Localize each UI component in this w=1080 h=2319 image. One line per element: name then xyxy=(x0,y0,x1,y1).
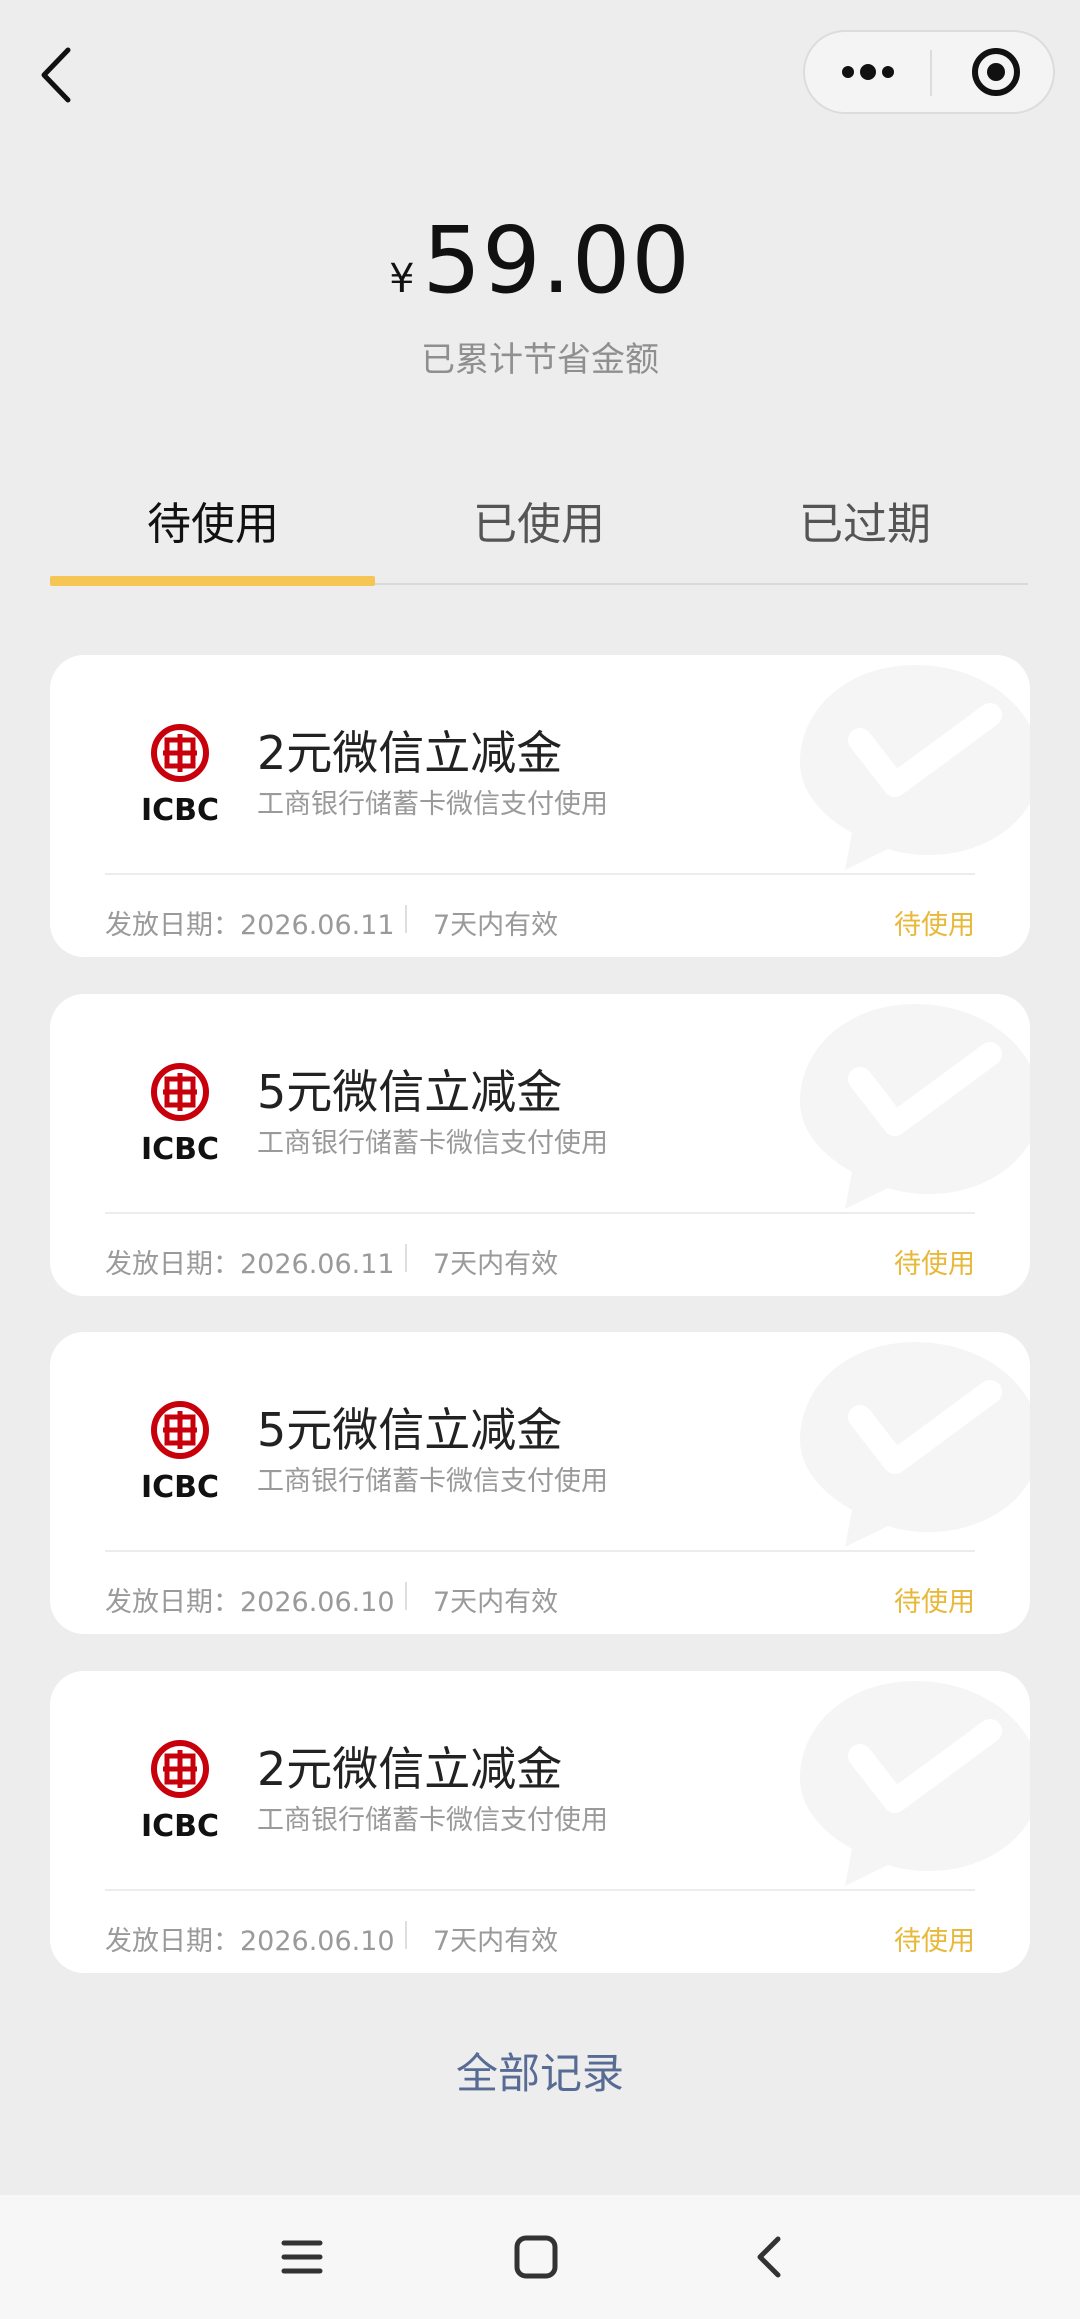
coupon-card[interactable]: ICBC 2元微信立减金 工商银行储蓄卡微信支付使用 发放日期：2026.06.… xyxy=(50,655,1030,957)
meta-separator xyxy=(405,1244,407,1272)
recent-apps-button[interactable] xyxy=(262,2217,342,2297)
validity-period: 7天内有效 xyxy=(433,910,559,941)
back-button[interactable] xyxy=(30,40,90,110)
svg-text:ICBC: ICBC xyxy=(141,1132,219,1167)
active-tab-indicator xyxy=(50,576,375,586)
icbc-logo-icon: ICBC xyxy=(141,724,219,828)
card-divider xyxy=(105,873,975,875)
chevron-left-icon xyxy=(41,47,71,103)
tab-expired[interactable]: 已过期 xyxy=(702,485,1028,565)
validity-period: 7天内有效 xyxy=(433,1587,559,1618)
system-nav-bar xyxy=(0,2195,1080,2319)
menu-lines-icon xyxy=(281,2240,323,2274)
meta-separator xyxy=(405,1582,407,1610)
issue-date: 发放日期：2026.06.10 xyxy=(105,1926,395,1957)
wechat-pay-watermark-icon xyxy=(800,1342,1030,1547)
target-circle-icon xyxy=(972,48,1020,96)
icbc-logo-icon: ICBC xyxy=(141,1740,219,1844)
meta-separator xyxy=(405,1921,407,1949)
svg-text:ICBC: ICBC xyxy=(141,1809,219,1844)
more-button[interactable] xyxy=(805,32,930,112)
coupon-title: 2元微信立减金 xyxy=(257,1742,563,1796)
card-divider xyxy=(105,1212,975,1214)
more-dots-icon xyxy=(842,64,894,80)
coupon-status: 待使用 xyxy=(894,910,975,941)
tab-unused[interactable]: 待使用 xyxy=(50,485,376,565)
coupon-title: 5元微信立减金 xyxy=(257,1065,563,1119)
svg-text:ICBC: ICBC xyxy=(141,793,219,828)
tab-used[interactable]: 已使用 xyxy=(376,485,702,565)
svg-text:ICBC: ICBC xyxy=(141,1470,219,1505)
issue-date: 发放日期：2026.06.10 xyxy=(105,1587,395,1618)
meta-separator xyxy=(405,905,407,933)
coupon-tabs: 待使用 已使用 已过期 xyxy=(50,485,1028,586)
card-divider xyxy=(105,1889,975,1891)
coupon-subtitle: 工商银行储蓄卡微信支付使用 xyxy=(257,789,608,820)
coupon-title: 5元微信立减金 xyxy=(257,1403,563,1457)
savings-amount: 59.00 xyxy=(422,207,691,314)
icbc-logo-icon: ICBC xyxy=(141,1401,219,1505)
coupon-title: 2元微信立减金 xyxy=(257,726,563,780)
issue-date: 发放日期：2026.06.11 xyxy=(105,910,395,941)
coupon-subtitle: 工商银行储蓄卡微信支付使用 xyxy=(257,1805,608,1836)
card-divider xyxy=(105,1550,975,1552)
coupon-status: 待使用 xyxy=(894,1587,975,1618)
validity-period: 7天内有效 xyxy=(433,1926,559,1957)
home-button[interactable] xyxy=(496,2217,576,2297)
coupon-subtitle: 工商银行储蓄卡微信支付使用 xyxy=(257,1128,608,1159)
wechat-pay-watermark-icon xyxy=(800,1004,1030,1209)
currency-symbol: ¥ xyxy=(389,256,415,302)
issue-date: 发放日期：2026.06.11 xyxy=(105,1249,395,1280)
validity-period: 7天内有效 xyxy=(433,1249,559,1280)
icbc-logo-icon: ICBC xyxy=(141,1063,219,1167)
system-back-button[interactable] xyxy=(730,2217,810,2297)
coupon-card[interactable]: ICBC 2元微信立减金 工商银行储蓄卡微信支付使用 发放日期：2026.06.… xyxy=(50,1671,1030,1973)
wechat-pay-watermark-icon xyxy=(800,1681,1030,1886)
wechat-pay-watermark-icon xyxy=(800,665,1030,870)
coupon-card[interactable]: ICBC 5元微信立减金 工商银行储蓄卡微信支付使用 发放日期：2026.06.… xyxy=(50,994,1030,1296)
home-square-icon xyxy=(514,2235,558,2279)
coupon-status: 待使用 xyxy=(894,1926,975,1957)
all-records-link[interactable]: 全部记录 xyxy=(0,2040,1080,2101)
back-arrow-icon xyxy=(757,2236,781,2278)
savings-summary: ¥ 59.00 xyxy=(0,215,1080,307)
coupon-subtitle: 工商银行储蓄卡微信支付使用 xyxy=(257,1466,608,1497)
coupon-card[interactable]: ICBC 5元微信立减金 工商银行储蓄卡微信支付使用 发放日期：2026.06.… xyxy=(50,1332,1030,1634)
coupon-status: 待使用 xyxy=(894,1249,975,1280)
close-button[interactable] xyxy=(932,32,1055,112)
mini-program-capsule xyxy=(803,30,1055,114)
savings-caption: 已累计节省金额 xyxy=(421,340,659,380)
